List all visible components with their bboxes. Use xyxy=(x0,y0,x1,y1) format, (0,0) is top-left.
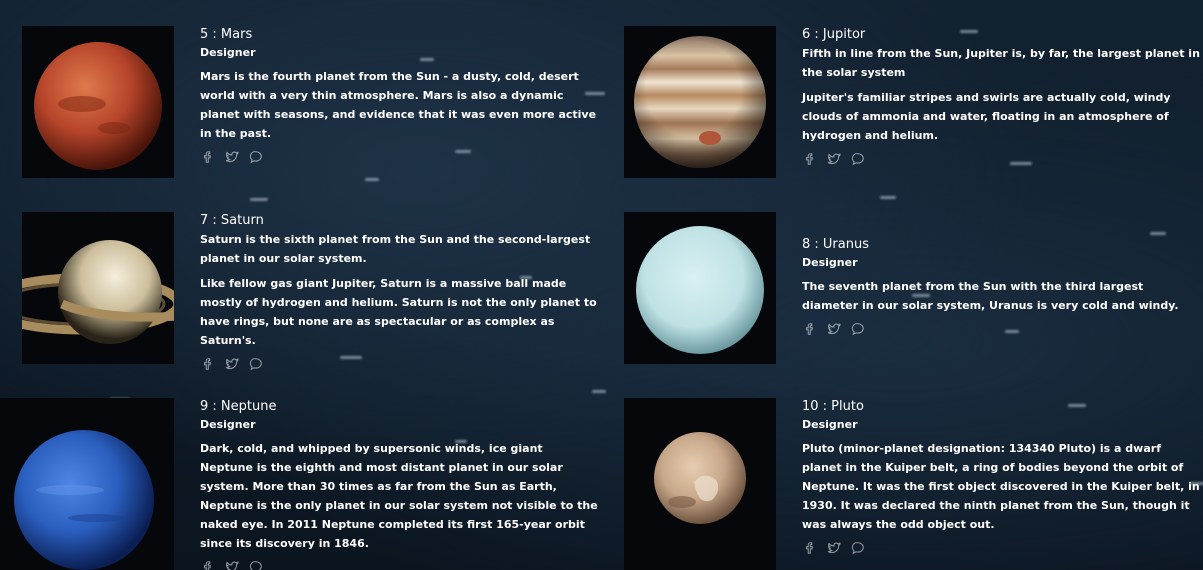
planet-summary: Fifth in line from the Sun, Jupiter is, … xyxy=(802,47,1200,79)
planet-title: 7 : Saturn xyxy=(200,213,264,228)
saturn-image xyxy=(22,212,174,364)
planet-grid: 5 : Mars Designer Mars is the fourth pla… xyxy=(0,10,1202,570)
planet-description: Jupiter's familiar stripes and swirls ar… xyxy=(802,91,1171,142)
comment-icon[interactable] xyxy=(248,559,264,570)
planet-description: Mars is the fourth planet from the Sun -… xyxy=(200,70,597,140)
comment-icon[interactable] xyxy=(248,149,264,165)
uranus-image xyxy=(624,212,776,364)
planet-title: 9 : Neptune xyxy=(200,399,277,414)
planet-role: Designer xyxy=(200,418,256,431)
planet-description: The seventh planet from the Sun with the… xyxy=(802,280,1179,312)
social-links xyxy=(802,321,1200,337)
twitter-icon[interactable] xyxy=(224,149,240,165)
twitter-icon[interactable] xyxy=(224,356,240,372)
twitter-icon[interactable] xyxy=(826,321,842,337)
planet-title: 8 : Uranus xyxy=(802,237,869,252)
social-links xyxy=(802,540,1200,556)
twitter-icon[interactable] xyxy=(224,559,240,570)
comment-icon[interactable] xyxy=(248,356,264,372)
social-links xyxy=(200,149,598,165)
planet-role: Designer xyxy=(802,418,858,431)
mars-image xyxy=(22,26,174,178)
planet-role: Designer xyxy=(802,256,858,269)
social-links xyxy=(200,559,598,570)
social-links xyxy=(802,151,1200,167)
facebook-icon[interactable] xyxy=(200,356,216,372)
planet-description: Pluto (minor-planet designation: 134340 … xyxy=(802,442,1200,531)
comment-icon[interactable] xyxy=(850,540,866,556)
planet-role: Designer xyxy=(200,46,256,59)
twitter-icon[interactable] xyxy=(826,151,842,167)
facebook-icon[interactable] xyxy=(802,151,818,167)
twitter-icon[interactable] xyxy=(826,540,842,556)
comment-icon[interactable] xyxy=(850,321,866,337)
planet-summary: Saturn is the sixth planet from the Sun … xyxy=(200,233,591,265)
neptune-image xyxy=(0,398,174,570)
planet-description: Like fellow gas giant Jupiter, Saturn is… xyxy=(200,277,597,347)
social-links xyxy=(200,356,598,372)
comment-icon[interactable] xyxy=(850,151,866,167)
facebook-icon[interactable] xyxy=(802,540,818,556)
planet-title: 6 : Jupitor xyxy=(802,27,866,42)
facebook-icon[interactable] xyxy=(200,149,216,165)
pluto-image xyxy=(624,398,776,570)
jupiter-image xyxy=(624,26,776,178)
facebook-icon[interactable] xyxy=(200,559,216,570)
planet-title: 5 : Mars xyxy=(200,27,253,42)
planet-description: Dark, cold, and whipped by supersonic wi… xyxy=(200,442,598,550)
planet-title: 10 : Pluto xyxy=(802,399,864,414)
facebook-icon[interactable] xyxy=(802,321,818,337)
